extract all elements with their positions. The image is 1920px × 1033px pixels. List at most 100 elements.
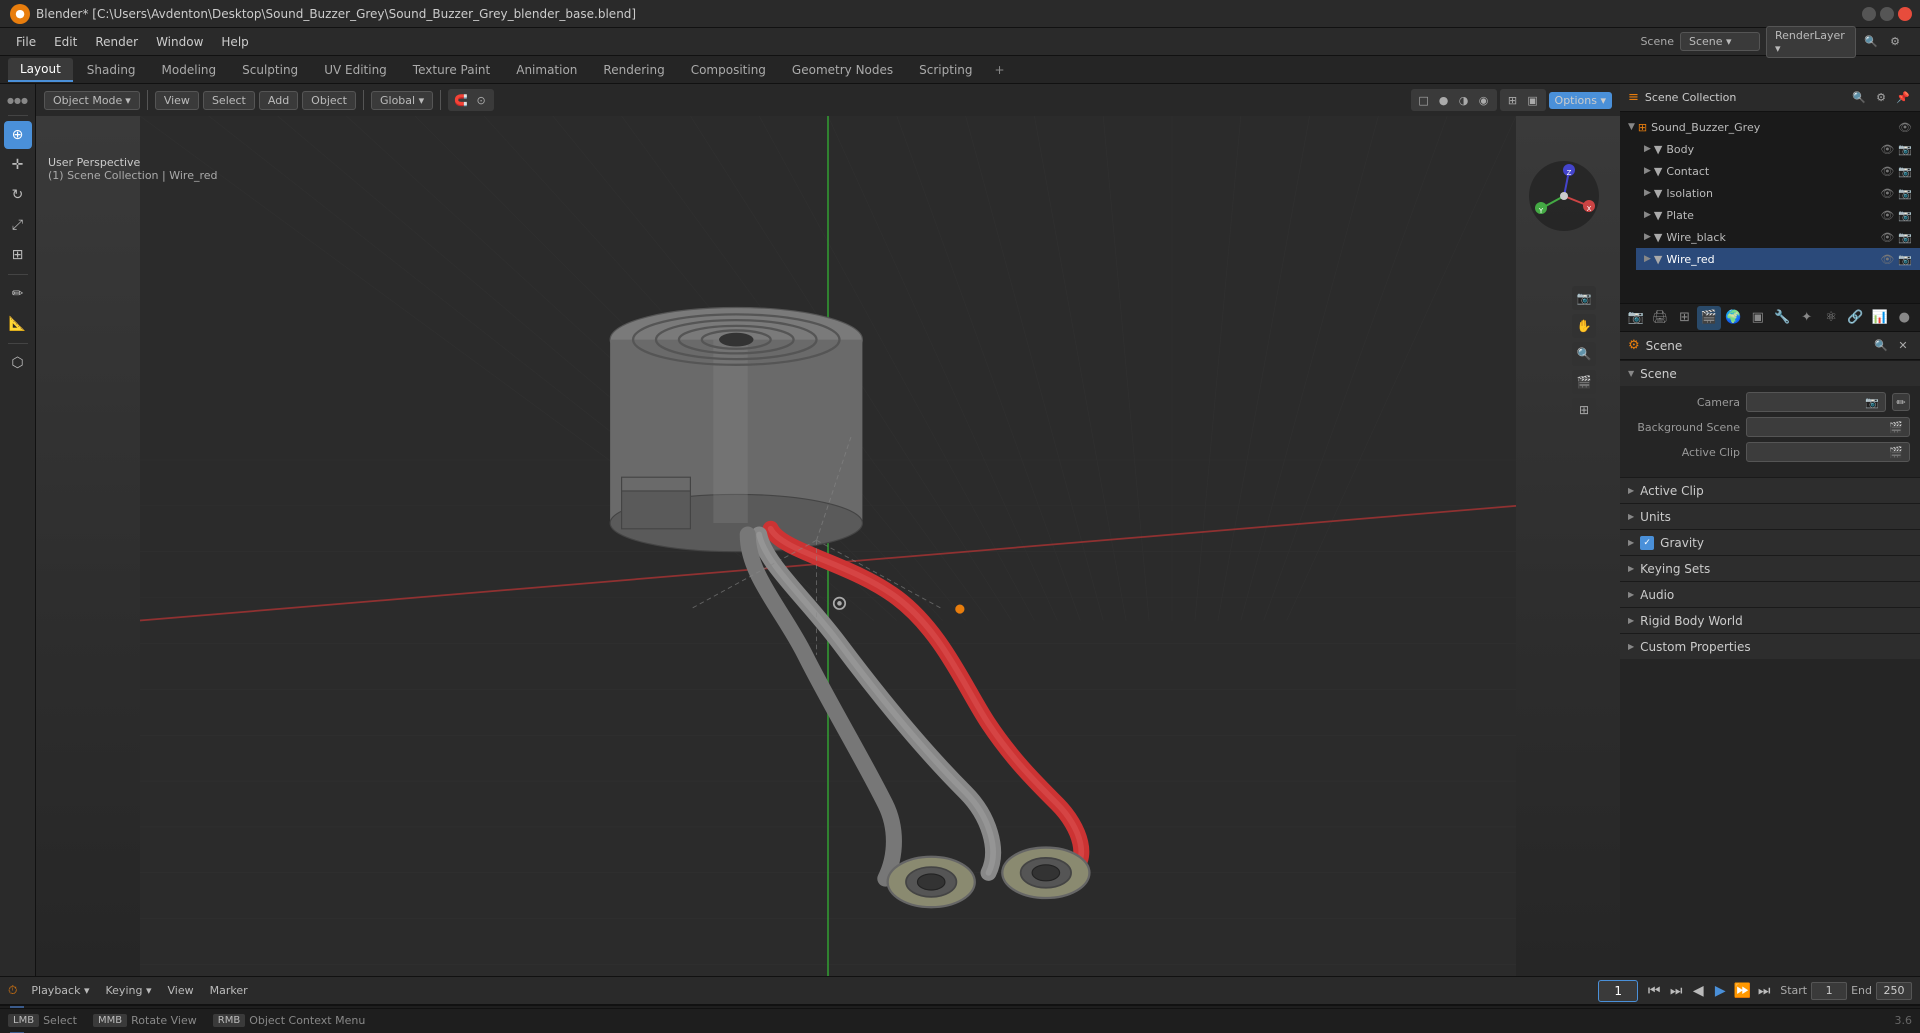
units-section-header[interactable]: ▶ Units <box>1620 503 1920 529</box>
bg-scene-icon[interactable]: 🎬 <box>1889 421 1903 434</box>
jump-start-button[interactable]: ⏮ <box>1644 981 1664 1001</box>
step-back-button[interactable]: ⏭ <box>1666 981 1686 1001</box>
audio-section-header[interactable]: ▶ Audio <box>1620 581 1920 607</box>
zoom-icon[interactable]: 🔍 <box>1572 342 1596 366</box>
isolation-render-icon[interactable]: 📷 <box>1898 187 1912 200</box>
isolation-vis-icon[interactable]: 👁 <box>1880 187 1894 200</box>
outliner-scene-collection[interactable]: ▼ ⊞ Sound_Buzzer_Grey 👁 <box>1620 116 1920 138</box>
prop-tab-object[interactable]: ▣ <box>1746 306 1769 330</box>
mode-icons[interactable]: ●●● <box>3 90 33 110</box>
cursor-tool[interactable]: ⊕ <box>4 121 32 149</box>
filter-icon[interactable]: 🔍 <box>1862 33 1880 51</box>
outliner-plate-item[interactable]: ▶ ▼ Plate 👁 📷 <box>1636 204 1920 226</box>
body-render-icon[interactable]: 📷 <box>1898 143 1912 156</box>
menu-window[interactable]: Window <box>148 32 211 52</box>
wireframe-icon[interactable]: □ <box>1415 91 1433 109</box>
select-menu[interactable]: Select <box>203 91 255 110</box>
global-dropdown[interactable]: Global ▾ <box>371 91 433 110</box>
overlay-icon[interactable]: ⊞ <box>1504 91 1522 109</box>
contact-vis-icon[interactable]: 👁 <box>1880 165 1894 178</box>
custom-props-section-header[interactable]: ▶ Custom Properties <box>1620 633 1920 659</box>
outliner-isolation-item[interactable]: ▶ ▼ Isolation 👁 📷 <box>1636 182 1920 204</box>
plate-render-icon[interactable]: 📷 <box>1898 209 1912 222</box>
prop-tab-physics[interactable]: ⚛ <box>1819 306 1842 330</box>
options-button[interactable]: Options ▾ <box>1549 92 1612 109</box>
current-frame-display[interactable]: 1 <box>1598 980 1638 1002</box>
props-search-icon[interactable]: 🔍 <box>1872 337 1890 355</box>
transform-tool[interactable]: ⊞ <box>4 241 32 269</box>
outliner-wire-black-item[interactable]: ▶ ▼ Wire_black 👁 📷 <box>1636 226 1920 248</box>
add-menu[interactable]: Add <box>259 91 298 110</box>
tab-geometry-nodes[interactable]: Geometry Nodes <box>780 59 905 81</box>
view-menu[interactable]: View <box>155 91 199 110</box>
outliner-contact-item[interactable]: ▶ ▼ Contact 👁 📷 <box>1636 160 1920 182</box>
wire-red-render-icon[interactable]: 📷 <box>1898 253 1912 266</box>
camera-pick-icon[interactable]: 📷 <box>1865 396 1879 409</box>
outliner-filter-icon[interactable]: 🔍 <box>1850 89 1868 107</box>
rotate-tool[interactable]: ↻ <box>4 181 32 209</box>
prop-tab-modifier[interactable]: 🔧 <box>1771 306 1794 330</box>
bg-scene-input[interactable]: 🎬 <box>1746 417 1910 437</box>
zoom-camera-icon[interactable]: 📷 <box>1572 286 1596 310</box>
annotate-tool[interactable]: ✏ <box>4 280 32 308</box>
pan-icon[interactable]: ✋ <box>1572 314 1596 338</box>
scene-section-header[interactable]: ▼ Scene <box>1620 360 1920 386</box>
outliner-pin-icon[interactable]: 📌 <box>1894 89 1912 107</box>
wire-black-vis-icon[interactable]: 👁 <box>1880 231 1894 244</box>
body-vis-icon[interactable]: 👁 <box>1880 143 1894 156</box>
tab-sculpting[interactable]: Sculpting <box>230 59 310 81</box>
prop-tab-view-layer[interactable]: ⊞ <box>1673 306 1696 330</box>
gravity-section-header[interactable]: ▶ ✓ Gravity <box>1620 529 1920 555</box>
start-frame-input[interactable]: 1 <box>1811 982 1847 1000</box>
menu-render[interactable]: Render <box>87 32 146 52</box>
properties-scroll[interactable]: ▼ Scene Camera 📷 ✏ Background Scene <box>1620 360 1920 976</box>
wire-red-vis-icon[interactable]: 👁 <box>1880 253 1894 266</box>
tab-rendering[interactable]: Rendering <box>591 59 676 81</box>
prop-tab-render[interactable]: 📷 <box>1624 306 1647 330</box>
material-preview-icon[interactable]: ◑ <box>1455 91 1473 109</box>
settings-icon[interactable]: ⚙ <box>1886 33 1904 51</box>
prop-tab-particles[interactable]: ✦ <box>1795 306 1818 330</box>
props-pin-icon[interactable]: ✕ <box>1894 337 1912 355</box>
prop-tab-material[interactable]: ● <box>1893 306 1916 330</box>
viewport-3d[interactable]: Object Mode ▾ View Select Add Object Glo… <box>36 84 1620 976</box>
tab-scripting[interactable]: Scripting <box>907 59 984 81</box>
snap-icon[interactable]: 🧲 <box>452 91 470 109</box>
visibility-icon[interactable]: 👁 <box>1898 121 1912 134</box>
object-mode-dropdown[interactable]: Object Mode ▾ <box>44 91 140 110</box>
add-workspace-button[interactable]: + <box>987 59 1013 81</box>
tab-animation[interactable]: Animation <box>504 59 589 81</box>
menu-file[interactable]: File <box>8 32 44 52</box>
menu-edit[interactable]: Edit <box>46 32 85 52</box>
play-reverse-button[interactable]: ◀ <box>1688 981 1708 1001</box>
camera-input[interactable]: 📷 <box>1746 392 1886 412</box>
prop-tab-constraints[interactable]: 🔗 <box>1844 306 1867 330</box>
move-tool[interactable]: ✛ <box>4 151 32 179</box>
prop-tab-world[interactable]: 🌍 <box>1722 306 1745 330</box>
tab-layout[interactable]: Layout <box>8 58 73 82</box>
gravity-checkbox[interactable]: ✓ <box>1640 536 1654 550</box>
active-clip-input[interactable]: 🎬 <box>1746 442 1910 462</box>
step-forward-button[interactable]: ⏩ <box>1732 981 1752 1001</box>
rendered-icon[interactable]: ◉ <box>1475 91 1493 109</box>
tab-shading[interactable]: Shading <box>75 59 148 81</box>
maximize-button[interactable] <box>1880 7 1894 21</box>
xray-icon[interactable]: ▣ <box>1524 91 1542 109</box>
active-clip-section-header[interactable]: ▶ Active Clip <box>1620 477 1920 503</box>
wire-black-render-icon[interactable]: 📷 <box>1898 231 1912 244</box>
outliner-settings-icon[interactable]: ⚙ <box>1872 89 1890 107</box>
prop-tab-data[interactable]: 📊 <box>1868 306 1891 330</box>
close-button[interactable] <box>1898 7 1912 21</box>
tab-uv-editing[interactable]: UV Editing <box>312 59 399 81</box>
solid-icon active[interactable]: ● <box>1435 91 1453 109</box>
grid-icon[interactable]: ⊞ <box>1572 398 1596 422</box>
prop-tab-output[interactable]: 🖨 <box>1648 306 1671 330</box>
end-frame-input[interactable]: 250 <box>1876 982 1912 1000</box>
jump-end-button[interactable]: ⏭ <box>1754 981 1774 1001</box>
menu-help[interactable]: Help <box>213 32 256 52</box>
marker-menu[interactable]: Marker <box>204 982 254 999</box>
measure-tool[interactable]: 📐 <box>4 310 32 338</box>
tab-compositing[interactable]: Compositing <box>679 59 778 81</box>
renderlayer-dropdown[interactable]: RenderLayer ▾ <box>1766 26 1856 58</box>
keying-sets-section-header[interactable]: ▶ Keying Sets <box>1620 555 1920 581</box>
